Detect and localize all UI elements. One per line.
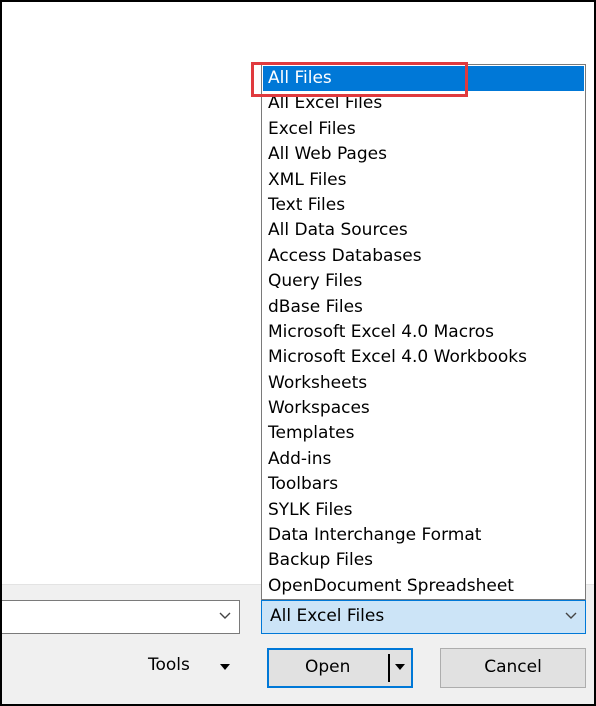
dropdown-option-excel-4-workbooks[interactable]: Microsoft Excel 4.0 Workbooks [262,345,585,370]
dropdown-option-data-interchange-format[interactable]: Data Interchange Format [262,523,585,548]
open-split-button[interactable]: Open [267,648,413,688]
dropdown-option-excel-4-macros[interactable]: Microsoft Excel 4.0 Macros [262,320,585,345]
file-type-dropdown-list[interactable]: All Files All Excel Files Excel Files Al… [261,64,586,600]
dropdown-option-all-excel-files[interactable]: All Excel Files [262,91,585,116]
dropdown-option-excel-files[interactable]: Excel Files [262,117,585,142]
dropdown-option-templates[interactable]: Templates [262,421,585,446]
dropdown-option-workspaces[interactable]: Workspaces [262,396,585,421]
file-type-combobox[interactable]: All Excel Files [261,600,586,634]
dropdown-option-query-files[interactable]: Query Files [262,269,585,294]
dropdown-option-xml-files[interactable]: XML Files [262,168,585,193]
split-arrow-down-icon[interactable] [394,662,406,672]
cancel-button-label: Cancel [484,657,542,677]
dropdown-option-all-files[interactable]: All Files [263,66,584,92]
file-type-value: All Excel Files [270,606,385,626]
dialog-frame: All Excel Files All Files All Excel File… [0,0,596,706]
split-divider [388,654,390,682]
tools-button[interactable]: Tools [148,655,190,675]
open-button-label: Open [305,657,351,677]
chevron-down-icon[interactable] [217,608,233,624]
dropdown-option-toolbars[interactable]: Toolbars [262,472,585,497]
dropdown-option-add-ins[interactable]: Add-ins [262,447,585,472]
dropdown-option-all-web-pages[interactable]: All Web Pages [262,142,585,167]
dropdown-option-sylk-files[interactable]: SYLK Files [262,498,585,523]
dropdown-option-text-files[interactable]: Text Files [262,193,585,218]
dropdown-option-opendocument-spreadsheet[interactable]: OpenDocument Spreadsheet [262,574,585,599]
cancel-button[interactable]: Cancel [440,648,586,688]
dropdown-option-worksheets[interactable]: Worksheets [262,371,585,396]
caret-down-icon[interactable] [219,663,231,671]
dropdown-option-access-databases[interactable]: Access Databases [262,244,585,269]
dropdown-option-dbase-files[interactable]: dBase Files [262,295,585,320]
dropdown-option-all-data-sources[interactable]: All Data Sources [262,218,585,243]
dropdown-option-backup-files[interactable]: Backup Files [262,548,585,573]
file-name-combobox[interactable] [2,600,240,634]
chevron-down-icon[interactable] [563,608,579,624]
